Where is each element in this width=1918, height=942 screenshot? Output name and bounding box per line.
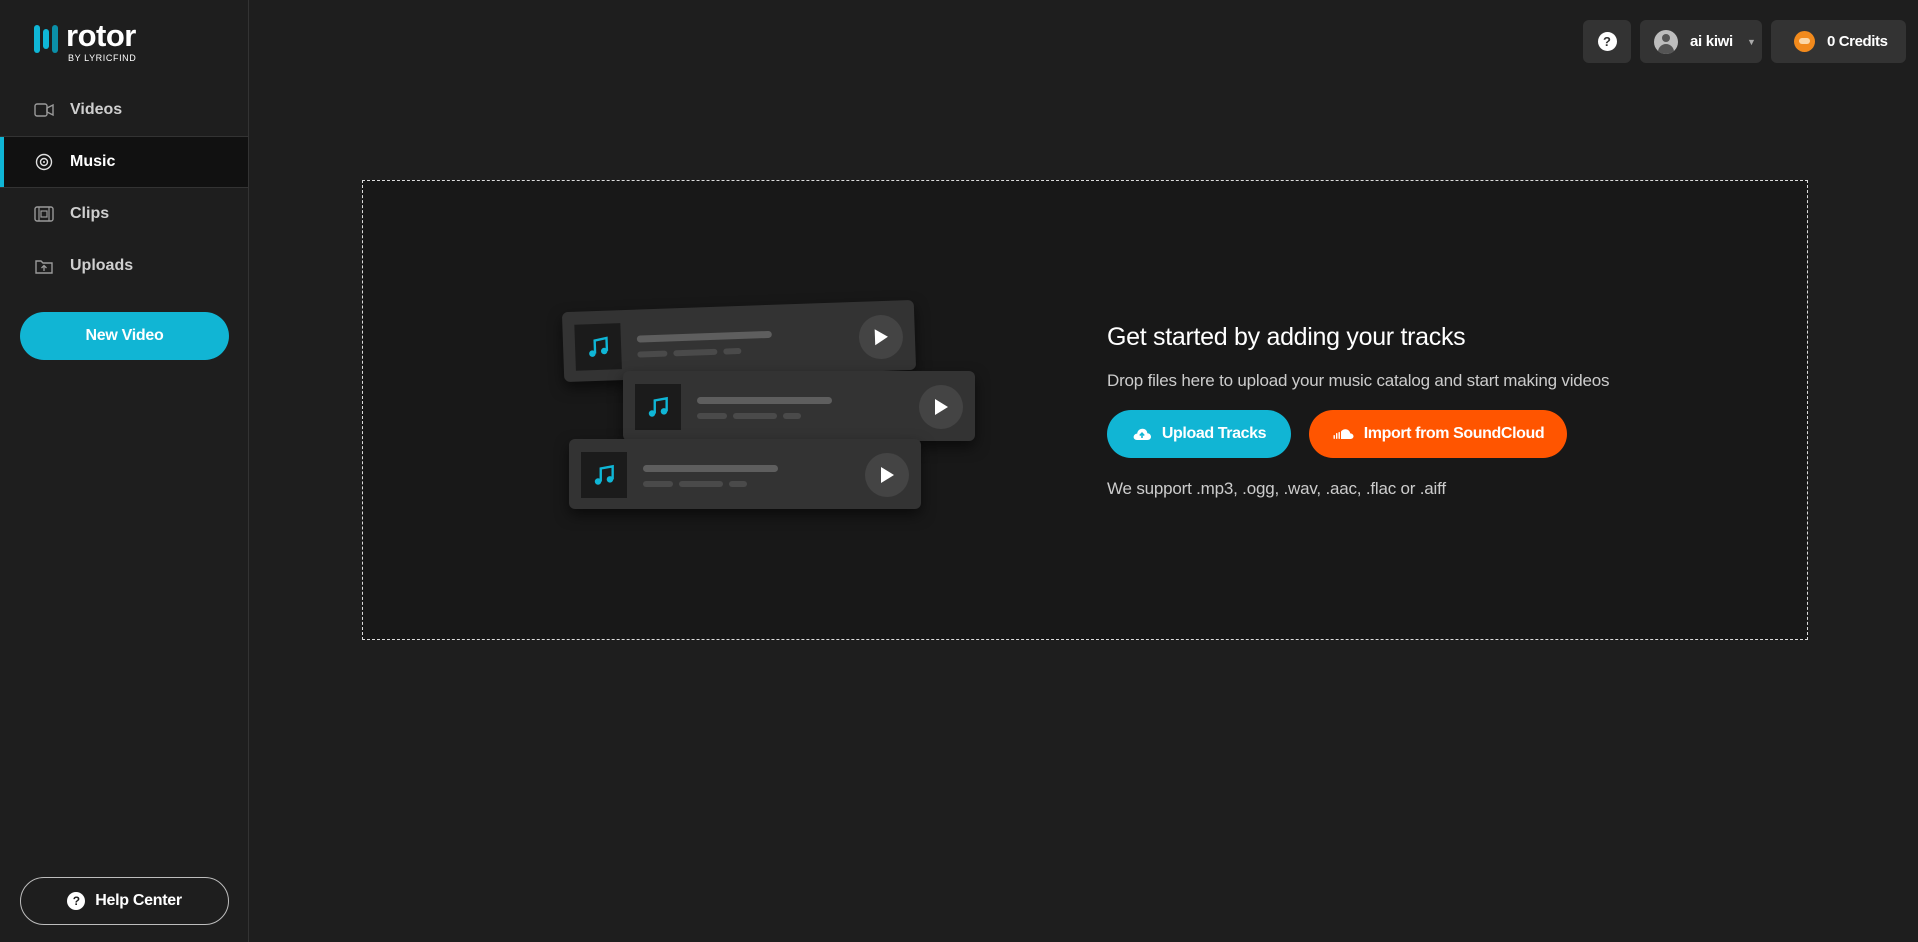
sidebar-item-label: Videos: [70, 101, 123, 118]
music-note-icon: [574, 323, 622, 371]
upload-tracks-button[interactable]: Upload Tracks: [1107, 410, 1291, 458]
help-center-button[interactable]: ? Help Center: [20, 877, 229, 925]
sidebar-item-clips[interactable]: Clips: [0, 188, 248, 240]
question-icon: ?: [67, 892, 86, 910]
user-menu-button[interactable]: ai kiwi ▼: [1640, 20, 1762, 63]
brand-tagline: BY LYRICFIND: [68, 53, 137, 63]
music-note-icon: [581, 452, 627, 498]
upload-dropzone[interactable]: Get started by adding your tracks Drop f…: [362, 180, 1808, 640]
music-note-icon: [635, 384, 681, 430]
play-icon: [919, 385, 963, 429]
folder-upload-icon: [34, 256, 54, 276]
soundcloud-icon: [1333, 429, 1354, 439]
vinyl-record-icon: [34, 152, 54, 172]
sidebar-nav: Videos Music Clips Uploads: [0, 84, 248, 292]
dropzone-title: Get started by adding your tracks: [1107, 323, 1466, 351]
sidebar: rotor BY LYRICFIND Videos Music Clips Up…: [0, 0, 249, 942]
dropzone-subtitle: Drop files here to upload your music cat…: [1107, 371, 1610, 390]
coin-icon: [1794, 31, 1815, 52]
rotor-logo-icon: [34, 22, 58, 56]
supported-formats: We support .mp3, .ogg, .wav, .aac, .flac…: [1107, 479, 1446, 498]
play-icon: [858, 314, 904, 360]
upload-tracks-label: Upload Tracks: [1161, 425, 1267, 442]
sidebar-item-label: Uploads: [70, 257, 134, 274]
help-button[interactable]: ?: [1583, 20, 1631, 63]
question-icon: ?: [1597, 32, 1617, 51]
track-card: [623, 371, 975, 441]
import-soundcloud-label: Import from SoundCloud: [1363, 425, 1545, 442]
user-name: ai kiwi: [1690, 33, 1733, 50]
credits-label: 0 Credits: [1827, 33, 1888, 50]
app-root: rotor BY LYRICFIND Videos Music Clips Up…: [0, 0, 1918, 942]
sidebar-item-videos[interactable]: Videos: [0, 84, 248, 136]
avatar: [1654, 29, 1678, 54]
sidebar-item-uploads[interactable]: Uploads: [0, 240, 248, 292]
track-card: [561, 299, 917, 383]
credits-button[interactable]: 0 Credits: [1771, 20, 1906, 63]
film-strip-icon: [34, 204, 54, 224]
help-center-label: Help Center: [95, 892, 182, 909]
play-icon: [865, 453, 909, 497]
sidebar-item-label: Clips: [70, 205, 110, 222]
new-video-button[interactable]: New Video: [20, 312, 229, 360]
track-card: [569, 439, 921, 509]
sidebar-item-label: Music: [70, 153, 116, 170]
chevron-down-icon: ▼: [1746, 36, 1756, 47]
brand-name: rotor: [66, 18, 136, 53]
video-camera-icon: [34, 100, 54, 120]
cloud-upload-icon: [1133, 428, 1151, 440]
tracks-illustration: [561, 299, 983, 526]
sidebar-item-music[interactable]: Music: [0, 136, 248, 188]
import-soundcloud-button[interactable]: Import from SoundCloud: [1309, 410, 1567, 458]
brand-logo[interactable]: rotor BY LYRICFIND: [34, 20, 136, 63]
